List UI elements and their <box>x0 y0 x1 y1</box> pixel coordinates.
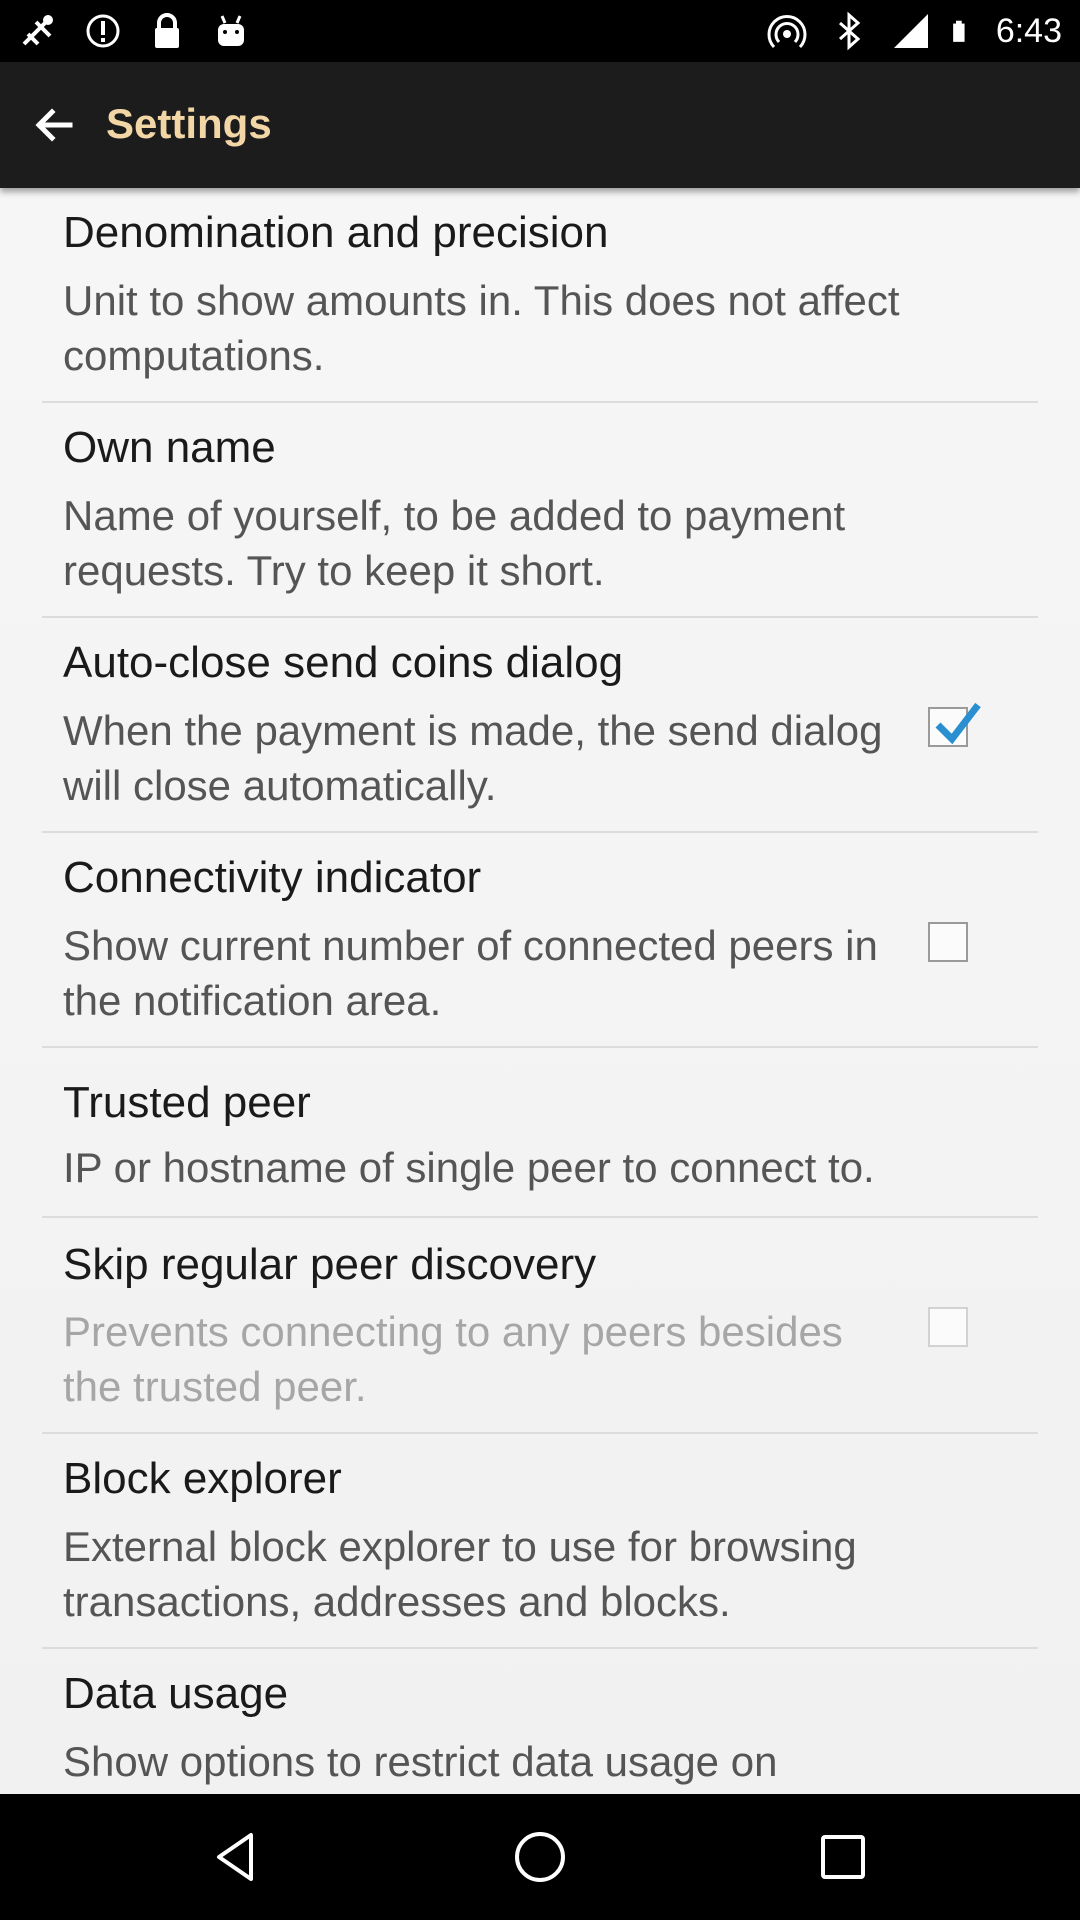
pref-title: Data usage <box>63 1669 289 1718</box>
back-arrow-icon[interactable] <box>24 95 84 155</box>
back-triangle-icon[interactable] <box>207 1827 267 1887</box>
pref-title: Block explorer <box>63 1454 342 1503</box>
pref-denomination[interactable]: Denomination and precision Unit to show … <box>42 188 1038 403</box>
pref-summary: External block explorer to use for brows… <box>63 1523 857 1625</box>
pref-auto-close[interactable]: Auto-close send coins dialog When the pa… <box>42 618 1038 833</box>
hotspot-icon <box>767 15 807 49</box>
navigation-bar <box>0 1794 1080 1920</box>
battery-icon <box>952 20 965 42</box>
status-time: 6:43 <box>995 11 1062 50</box>
pref-summary: IP or hostname of single peer to connect… <box>63 1144 875 1191</box>
android-icon <box>218 15 244 46</box>
pref-data-usage[interactable]: Data usage Show options to restrict data… <box>42 1649 1038 1794</box>
bluetooth-icon <box>838 11 861 51</box>
pref-summary: Name of yourself, to be added to payment… <box>63 492 846 594</box>
checkmark-icon <box>935 702 981 745</box>
pref-title: Denomination and precision <box>63 208 609 257</box>
pref-title: Skip regular peer discovery <box>63 1240 597 1289</box>
app-bar: Settings <box>0 62 1080 188</box>
lock-icon <box>155 13 179 48</box>
home-circle-icon[interactable] <box>510 1827 570 1887</box>
pref-own-name[interactable]: Own name Name of yourself, to be added t… <box>42 403 1038 618</box>
pref-summary: When the payment is made, the send dialo… <box>63 707 883 809</box>
pref-connectivity-indicator[interactable]: Connectivity indicator Show current numb… <box>42 833 1038 1048</box>
signal-icon <box>893 14 928 48</box>
page-title: Settings <box>106 100 272 147</box>
pref-title: Auto-close send coins dialog <box>63 638 624 687</box>
pref-skip-peer-discovery[interactable]: Skip regular peer discovery Prevents con… <box>42 1218 1038 1434</box>
pref-summary: Show current number of connected peers i… <box>63 922 878 1024</box>
pref-trusted-peer[interactable]: Trusted peer IP or hostname of single pe… <box>42 1048 1038 1218</box>
pref-title: Connectivity indicator <box>63 853 482 902</box>
skip-peer-discovery-checkbox[interactable] <box>928 1307 968 1347</box>
sync-icon <box>86 14 120 48</box>
status-icons-left <box>18 8 252 54</box>
settings-list: Denomination and precision Unit to show … <box>0 188 1080 1794</box>
pref-block-explorer[interactable]: Block explorer External block explorer t… <box>42 1434 1038 1649</box>
pref-title: Trusted peer <box>63 1078 311 1127</box>
pref-title: Own name <box>63 423 276 472</box>
pref-summary: Unit to show amounts in. This does not a… <box>63 277 900 379</box>
pref-summary: Prevents connecting to any peers besides… <box>63 1308 843 1410</box>
pref-summary: Show options to restrict data usage on <box>63 1738 778 1785</box>
connectivity-indicator-checkbox[interactable] <box>928 922 968 962</box>
status-icons-right: 6:43 <box>766 8 1062 54</box>
recents-square-icon[interactable] <box>813 1827 873 1887</box>
auto-close-checkbox[interactable] <box>928 702 981 747</box>
fax-icon <box>22 15 53 46</box>
status-bar: 6:43 <box>0 0 1080 62</box>
